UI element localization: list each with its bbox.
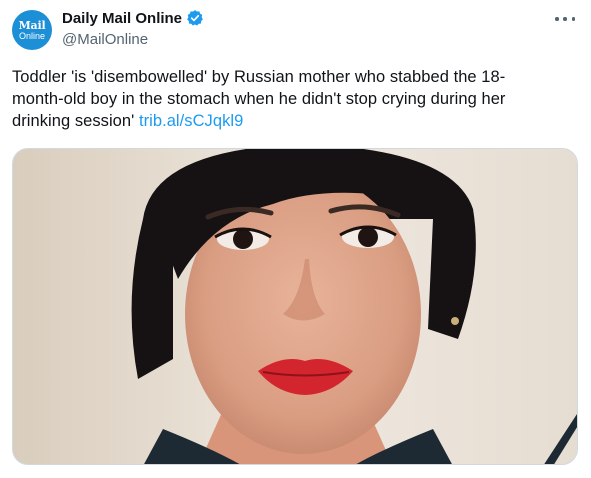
verified-badge-icon bbox=[187, 10, 203, 26]
account-handle[interactable]: @MailOnline bbox=[62, 31, 148, 48]
account-name-row: Daily Mail Online bbox=[62, 9, 204, 27]
avatar-logo-subtext: Online bbox=[18, 30, 45, 41]
tweet-text: Toddler 'is 'disembowelled' by Russian m… bbox=[12, 66, 552, 132]
tweet-link[interactable]: trib.al/sCJqkl9 bbox=[139, 112, 243, 130]
tweet-text-line-1: Toddler 'is 'disembowelled' by Russian m… bbox=[12, 68, 506, 86]
tweet-text-line-2: month-old boy in the stomach when he did… bbox=[12, 90, 506, 108]
avatar-logo-text: Mail bbox=[18, 18, 46, 32]
more-options-icon[interactable] bbox=[555, 10, 575, 28]
tweet-card: Mail Online Daily Mail Online @MailOnlin… bbox=[0, 0, 591, 478]
tweet-text-line-3: drinking session' bbox=[12, 112, 135, 130]
display-name[interactable]: Daily Mail Online bbox=[62, 10, 182, 27]
tweet-media-image[interactable] bbox=[12, 148, 578, 465]
portrait-photo bbox=[13, 149, 577, 464]
avatar[interactable]: Mail Online bbox=[12, 10, 52, 50]
